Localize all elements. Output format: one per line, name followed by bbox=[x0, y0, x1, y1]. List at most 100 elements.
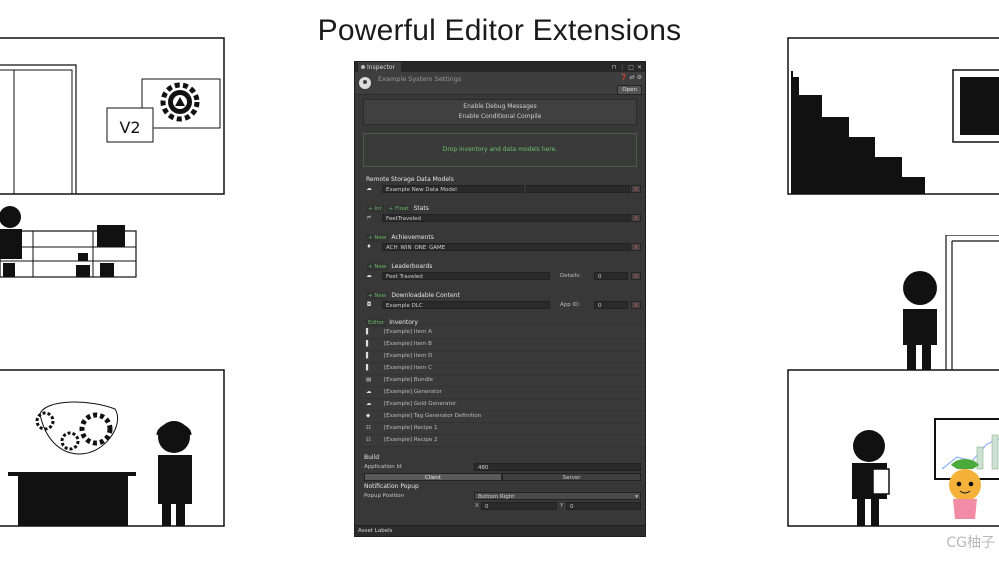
remove-button[interactable]: X bbox=[631, 214, 641, 222]
stat-name-field[interactable]: FeetTraveled bbox=[382, 214, 630, 222]
inventory-item-name: [Example] Item A bbox=[384, 329, 432, 335]
stat-type-icon: ≓ bbox=[366, 215, 372, 221]
dlc-icon: ◘ bbox=[366, 302, 372, 308]
file-icon: ▌ bbox=[366, 341, 371, 347]
achievement-row: ♦ ACH_WIN_ONE_GAME X bbox=[364, 242, 645, 253]
drop-zone[interactable]: Drop inventory and data models here. bbox=[363, 133, 637, 167]
leaderboards-header: + New Leaderboards bbox=[355, 262, 645, 271]
dlc-title: Downloadable Content bbox=[391, 292, 460, 299]
trophy-icon: ♦ bbox=[366, 244, 372, 250]
lock-icon[interactable]: ⊓ bbox=[612, 64, 617, 71]
x-label: X bbox=[475, 503, 479, 509]
application-id-row: Application Id 480 bbox=[355, 462, 645, 472]
server-button[interactable]: Server bbox=[502, 473, 641, 481]
inventory-item-row[interactable]: ▌ [Example] Item D bbox=[363, 351, 645, 363]
editor-button[interactable]: Editor bbox=[366, 318, 387, 327]
more-menu-icon[interactable]: ⋮ bbox=[619, 64, 625, 71]
achievement-name-field[interactable]: ACH_WIN_ONE_GAME bbox=[382, 243, 630, 251]
achievements-header: + New Achievements bbox=[355, 233, 645, 242]
inspector-title: Example System Settings bbox=[378, 75, 462, 83]
stats-title: Stats bbox=[413, 205, 429, 212]
app-id-label: App ID: bbox=[560, 302, 581, 308]
inspector-panel: Inspector ⊓ ⋮ □ ✕ Example System Setting… bbox=[354, 61, 646, 537]
inventory-item-row[interactable]: ☁ [Example] Generator bbox=[363, 387, 645, 399]
popup-position-value: Bottom Right bbox=[478, 494, 515, 500]
app-id-field[interactable]: 0 bbox=[594, 301, 628, 309]
remote-storage-value-field[interactable] bbox=[526, 185, 630, 193]
enable-conditional-compile-button[interactable]: Enable Conditional Compile bbox=[364, 112, 636, 122]
inventory-item-name: [Example] Item D bbox=[384, 353, 433, 359]
add-leaderboard-button[interactable]: + New bbox=[366, 262, 389, 271]
enable-debug-messages-button[interactable]: Enable Debug Messages bbox=[364, 102, 636, 112]
inventory-item-row[interactable]: ☁ [Example] Gold Generator bbox=[363, 399, 645, 411]
open-button[interactable]: Open bbox=[617, 85, 642, 95]
dlc-header: + New Downloadable Content bbox=[355, 291, 645, 300]
tab-inspector[interactable]: Inspector bbox=[358, 62, 401, 72]
illustration-room-gear: V2 bbox=[0, 37, 225, 195]
achievements-title: Achievements bbox=[391, 234, 434, 241]
help-icon[interactable]: ❓ bbox=[620, 74, 627, 81]
illustration-presenter bbox=[787, 369, 999, 527]
inspector-tabbar: Inspector ⊓ ⋮ □ ✕ bbox=[355, 62, 645, 72]
x-offset-field[interactable]: 0 bbox=[481, 502, 557, 510]
watermark-text: CG柚子 bbox=[946, 535, 995, 551]
gear-icon[interactable]: ⚙ bbox=[637, 74, 642, 81]
file-icon: ▌ bbox=[366, 329, 371, 335]
remove-button[interactable]: X bbox=[631, 272, 641, 280]
close-icon[interactable]: ✕ bbox=[637, 64, 642, 71]
inventory-item-row[interactable]: ▌ [Example] Item B bbox=[363, 339, 645, 351]
illustration-desk bbox=[0, 369, 225, 527]
add-dlc-button[interactable]: + New bbox=[366, 291, 389, 300]
leaderboards-title: Leaderboards bbox=[391, 263, 433, 270]
details-field[interactable]: 0 bbox=[594, 272, 628, 280]
dlc-name-field[interactable]: Example DLC bbox=[382, 301, 550, 309]
remove-button[interactable]: X bbox=[631, 243, 641, 251]
inventory-item-row[interactable]: ◆ [Example] Tag Generator Definition bbox=[363, 411, 645, 423]
generator-icon: ☁ bbox=[366, 401, 372, 407]
y-offset-field[interactable]: 0 bbox=[566, 502, 641, 510]
tag-icon: ◆ bbox=[366, 413, 371, 419]
steam-logo-icon bbox=[359, 77, 371, 89]
remove-button[interactable]: X bbox=[631, 301, 641, 309]
settings-sliders-icon[interactable]: ⇄ bbox=[630, 74, 635, 81]
inventory-item-name: [Example] Generator bbox=[384, 389, 442, 395]
add-achievement-button[interactable]: + New bbox=[366, 233, 389, 242]
leaderboard-row: ☁ Feet Traveled Details: 0 X bbox=[364, 271, 645, 282]
illustration-shelf bbox=[0, 206, 137, 278]
y-label: Y bbox=[560, 503, 564, 509]
inventory-title: Inventory bbox=[389, 319, 418, 326]
inventory-item-name: [Example] Item B bbox=[384, 341, 432, 347]
stat-row: ≓ FeetTraveled X bbox=[364, 213, 645, 224]
remove-button[interactable]: X bbox=[631, 185, 641, 193]
details-label: Details: bbox=[560, 273, 581, 279]
build-title: Build bbox=[364, 454, 380, 461]
inventory-item-name: [Example] Item C bbox=[384, 365, 433, 371]
inventory-item-row[interactable]: ☷ [Example] Recipe 2 bbox=[363, 435, 645, 447]
leaderboard-name-field[interactable]: Feet Traveled bbox=[382, 272, 550, 280]
client-server-row: Client Server bbox=[355, 472, 645, 482]
notification-popup-title: Notification Popup bbox=[364, 483, 419, 490]
cloud-icon: ☁ bbox=[366, 273, 372, 279]
add-float-button[interactable]: + Float bbox=[386, 204, 411, 213]
recipe-icon: ☷ bbox=[366, 437, 371, 443]
inventory-item-row[interactable]: ☷ [Example] Recipe 1 bbox=[363, 423, 645, 435]
client-button[interactable]: Client bbox=[364, 473, 502, 481]
inspector-header: Example System Settings ❓ ⇄ ⚙ Open bbox=[355, 72, 645, 95]
inventory-item-row[interactable]: ▌ [Example] Item A bbox=[363, 327, 645, 339]
add-int-button[interactable]: + Int bbox=[366, 204, 384, 213]
remote-storage-name-field[interactable]: Example New Data Model bbox=[382, 185, 524, 193]
inventory-item-row[interactable]: ▤ [Example] Bundle bbox=[363, 375, 645, 387]
inventory-item-row[interactable]: ▌ [Example] Item C bbox=[363, 363, 645, 375]
file-icon: ▌ bbox=[366, 353, 371, 359]
inventory-item-name: [Example] Bundle bbox=[384, 377, 434, 383]
popup-position-select[interactable]: Bottom Right ▾ bbox=[474, 492, 641, 500]
cloud-icon: ☁ bbox=[366, 186, 372, 192]
popup-position-label: Popup Position bbox=[364, 493, 405, 499]
inventory-item-name: [Example] Tag Generator Definition bbox=[384, 413, 482, 419]
asset-labels-bar[interactable]: Asset Labels bbox=[355, 525, 645, 536]
maximize-icon[interactable]: □ bbox=[628, 64, 634, 71]
remote-storage-row: ☁ Example New Data Model X bbox=[364, 184, 645, 195]
application-id-label: Application Id bbox=[364, 464, 402, 470]
application-id-field[interactable]: 480 bbox=[474, 463, 641, 471]
file-icon: ▌ bbox=[366, 365, 371, 371]
